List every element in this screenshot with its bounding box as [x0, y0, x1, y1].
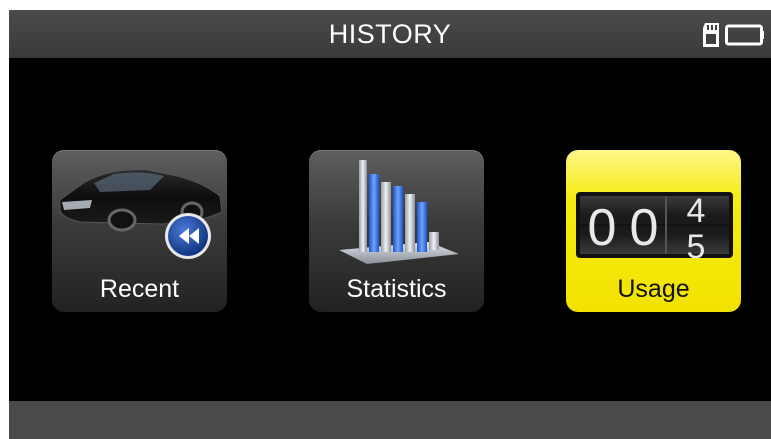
counter-digit-3: 4 — [687, 192, 706, 230]
sd-card-icon — [703, 23, 719, 47]
statistics-tile[interactable]: Statistics — [309, 150, 484, 312]
counter-digit-2: 0 — [630, 199, 659, 257]
counter-digit-4: 5 — [687, 228, 706, 266]
usage-tile[interactable]: 0 0 4 5 Usage — [566, 150, 741, 312]
header-bar: HISTORY — [9, 10, 771, 58]
counter-digit-1: 0 — [588, 199, 617, 257]
statistics-label: Statistics — [346, 275, 447, 303]
page-title: HISTORY — [328, 19, 452, 49]
recent-label: Recent — [99, 275, 180, 303]
battery-icon — [725, 24, 764, 46]
bar-chart-icon — [339, 160, 459, 264]
odometer-counter-icon: 0 0 4 5 — [576, 192, 733, 266]
device-screen: HISTORY Recent Statistics 0 0 4 5 Usage — [9, 10, 771, 439]
usage-label: Usage — [617, 275, 690, 303]
car-rewind-icon — [59, 169, 223, 259]
footer-bar — [9, 401, 771, 439]
recent-tile[interactable]: Recent — [52, 150, 227, 312]
